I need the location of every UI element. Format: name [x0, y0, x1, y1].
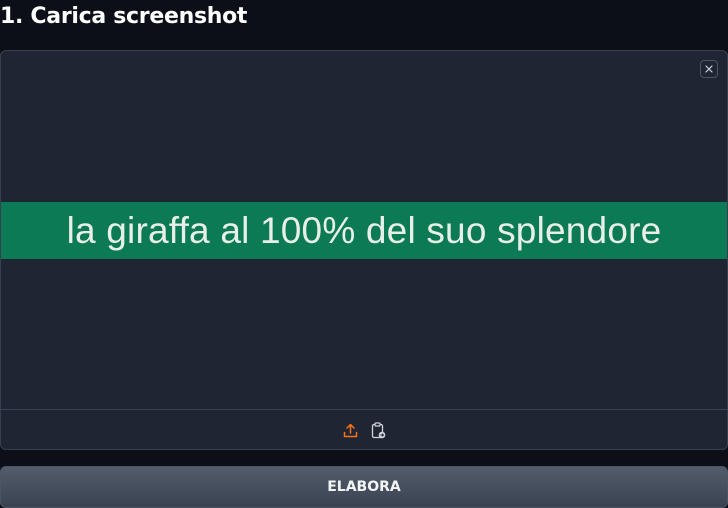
close-icon: [705, 65, 713, 73]
paste-from-clipboard-button[interactable]: [370, 421, 386, 439]
uploaded-image-preview: la giraffa al 100% del suo splendore: [1, 202, 727, 259]
clear-image-button[interactable]: [700, 60, 718, 78]
image-upload-panel[interactable]: la giraffa al 100% del suo splendore: [0, 50, 728, 450]
preview-image-text: la giraffa al 100% del suo splendore: [66, 209, 662, 251]
upload-icon: [343, 423, 357, 437]
clipboard-paste-icon: [371, 421, 385, 438]
process-button[interactable]: ELABORA: [0, 466, 728, 508]
upload-toolbar: [1, 409, 727, 449]
upload-button[interactable]: [342, 421, 358, 439]
section-title: 1. Carica screenshot: [0, 4, 248, 29]
